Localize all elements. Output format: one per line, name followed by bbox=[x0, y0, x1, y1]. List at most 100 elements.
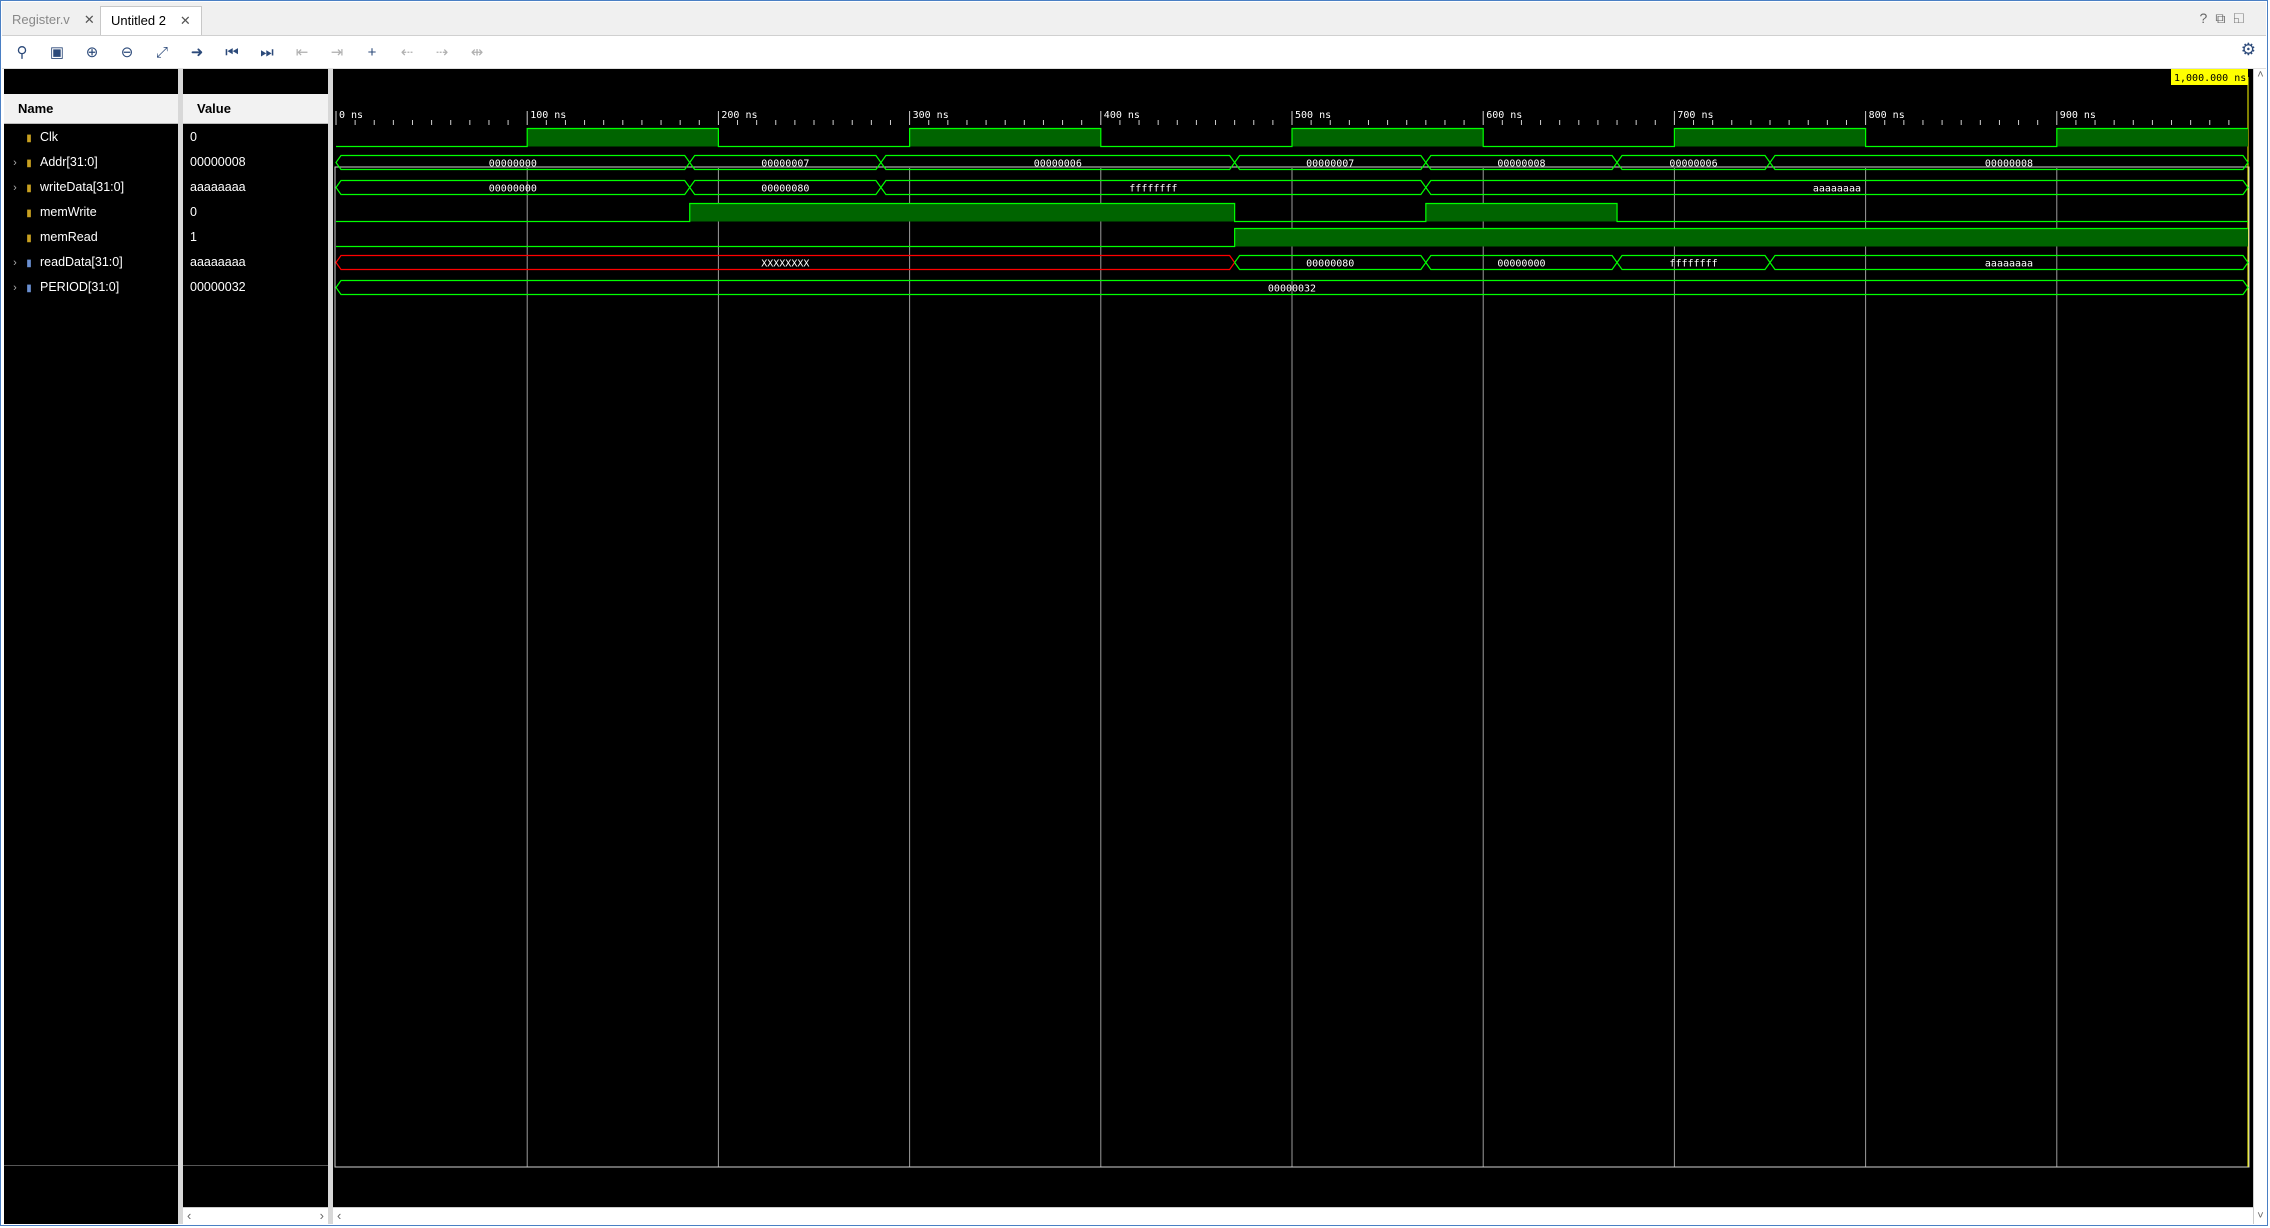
readdata-bus-value: XXXXXXXX bbox=[761, 259, 809, 270]
signal-name: memRead bbox=[40, 230, 98, 244]
scroll-left-icon[interactable]: ‹ bbox=[183, 1208, 191, 1223]
signal-row-writedata[interactable]: › ▮ writeData[31:0] bbox=[8, 175, 124, 200]
waveform-toolbar: ⚲ ▣ ⊕ ⊖ ⤢ ➜ ⏮ ⏭ ⇤ ⇥ + ⇠ ⇢ ⇹ bbox=[2, 36, 2266, 69]
addr-bus-value: 00000008 bbox=[1985, 159, 2033, 170]
zoom-in-icon[interactable]: ⊕ bbox=[80, 40, 104, 64]
clk-high-fill bbox=[909, 128, 1101, 147]
addr-bus-value: 00000007 bbox=[761, 159, 809, 170]
bus-signal-icon: ▮ bbox=[26, 283, 32, 294]
addr-bus-value: 00000006 bbox=[1669, 159, 1717, 170]
scroll-right-icon[interactable]: › bbox=[320, 1208, 328, 1223]
clk-high-fill bbox=[1674, 128, 1866, 147]
writedata-bus-value: 00000000 bbox=[489, 184, 537, 195]
signal-row-addr[interactable]: › ▮ Addr[31:0] bbox=[8, 150, 98, 175]
time-tick-label: 900 ns bbox=[2060, 110, 2096, 121]
readdata-bus-value: 00000000 bbox=[1497, 259, 1545, 270]
bus-signal-icon: ▮ bbox=[26, 258, 32, 269]
scroll-down-icon[interactable]: ˅ bbox=[2254, 1210, 2267, 1222]
add-marker-icon[interactable]: + bbox=[360, 40, 384, 64]
name-column-header[interactable]: Name bbox=[4, 94, 178, 124]
next-marker-icon[interactable]: ⇢ bbox=[430, 40, 454, 64]
signal-icon: ▮ bbox=[26, 208, 32, 219]
zoom-out-icon[interactable]: ⊖ bbox=[115, 40, 139, 64]
addr-bus-value: 00000008 bbox=[1497, 159, 1545, 170]
time-cursor-label: 1,000.000 ns bbox=[2174, 73, 2246, 84]
help-icon[interactable]: ? bbox=[2200, 10, 2216, 26]
readdata-bus-value: 00000080 bbox=[1306, 259, 1354, 270]
clk-high-fill bbox=[1292, 128, 1484, 147]
value-column-header[interactable]: Value bbox=[183, 94, 328, 124]
writedata-bus-value: ffffffff bbox=[1129, 184, 1177, 195]
bus-signal-icon: ▮ bbox=[26, 183, 32, 194]
readdata-bus-value: aaaaaaaa bbox=[1985, 259, 2033, 270]
addr-bus-value: 00000006 bbox=[1034, 159, 1082, 170]
tab-label: Register.v bbox=[12, 12, 70, 27]
writedata-bus-value: aaaaaaaa bbox=[1813, 184, 1861, 195]
go-to-time-zero-icon[interactable]: ⏮ bbox=[220, 40, 244, 64]
signal-value: 00000032 bbox=[190, 280, 246, 294]
window-controls[interactable]: ?⧉◱ bbox=[2200, 10, 2252, 27]
time-tick-label: 500 ns bbox=[1295, 110, 1331, 121]
signal-row-memread[interactable]: ▮ memRead bbox=[8, 225, 98, 250]
previous-marker-icon[interactable]: ⇠ bbox=[395, 40, 419, 64]
signal-value: 1 bbox=[190, 230, 197, 244]
name-panel-footer bbox=[4, 1165, 178, 1224]
expand-chevron-icon[interactable]: › bbox=[8, 151, 22, 176]
clk-high-fill bbox=[2056, 128, 2248, 147]
restore-icon[interactable]: ⧉ bbox=[2215, 10, 2233, 26]
signal-value: 0 bbox=[190, 205, 197, 219]
signal-value: 00000008 bbox=[190, 155, 246, 169]
memwrite-high-fill bbox=[1425, 203, 1618, 222]
zoom-fit-icon[interactable]: ⤢ bbox=[150, 40, 174, 64]
time-tick-label: 600 ns bbox=[1486, 110, 1522, 121]
scroll-up-icon[interactable]: ˄ bbox=[2254, 69, 2267, 81]
signal-row-period[interactable]: › ▮ PERIOD[31:0] bbox=[8, 275, 119, 300]
signal-name: Clk bbox=[40, 130, 59, 144]
writedata-bus-value: 00000080 bbox=[761, 184, 809, 195]
memread-high-fill bbox=[1234, 228, 2248, 247]
save-icon[interactable]: ▣ bbox=[45, 40, 69, 64]
next-transition-icon[interactable]: ⇥ bbox=[325, 40, 349, 64]
time-tick-label: 400 ns bbox=[1104, 110, 1140, 121]
signal-name: writeData[31:0] bbox=[40, 180, 125, 194]
signal-name: PERIOD[31:0] bbox=[40, 280, 120, 294]
signal-row-clk[interactable]: ▮ Clk bbox=[8, 125, 58, 150]
time-tick-label: 800 ns bbox=[1869, 110, 1905, 121]
tab-untitled-2[interactable]: Untitled 2 ✕ bbox=[100, 6, 202, 35]
memwrite-high-fill bbox=[689, 203, 1235, 222]
go-to-cursor-icon[interactable]: ➜ bbox=[185, 40, 209, 64]
value-horizontal-scrollbar[interactable]: ‹ › bbox=[183, 1207, 328, 1224]
expand-chevron-icon[interactable]: › bbox=[8, 276, 22, 301]
close-icon[interactable]: ✕ bbox=[180, 13, 191, 28]
readdata-bus-value: ffffffff bbox=[1669, 259, 1717, 270]
tab-bar: Register.v ✕ Untitled 2 ✕ ?⧉◱ bbox=[2, 2, 2266, 36]
time-tick-label: 0 ns bbox=[339, 110, 363, 121]
clk-high-fill bbox=[527, 128, 719, 147]
waveform-canvas[interactable]: 0 ns 100 ns 200 ns 300 ns 400 ns 500 ns 600 ns… bbox=[333, 69, 2253, 1224]
maximize-icon[interactable]: ◱ bbox=[2233, 10, 2252, 26]
gear-icon[interactable]: ⚙ bbox=[2241, 40, 2256, 60]
signal-row-memwrite[interactable]: ▮ memWrite bbox=[8, 200, 96, 225]
value-panel bbox=[183, 69, 328, 1224]
signal-row-readdata[interactable]: › ▮ readData[31:0] bbox=[8, 250, 123, 275]
go-to-last-time-icon[interactable]: ⏭ bbox=[255, 40, 279, 64]
swap-cursors-icon[interactable]: ⇹ bbox=[465, 40, 489, 64]
search-icon[interactable]: ⚲ bbox=[10, 40, 34, 64]
signal-icon: ▮ bbox=[26, 133, 32, 144]
tab-register-v[interactable]: Register.v ✕ bbox=[2, 6, 105, 34]
period-bus-value: 00000032 bbox=[1268, 284, 1316, 295]
time-tick-label: 300 ns bbox=[913, 110, 949, 121]
bus-signal-icon: ▮ bbox=[26, 158, 32, 169]
expand-chevron-icon[interactable]: › bbox=[8, 176, 22, 201]
signal-icon: ▮ bbox=[26, 233, 32, 244]
signal-value: aaaaaaaa bbox=[190, 255, 246, 269]
signal-name: Addr[31:0] bbox=[40, 155, 98, 169]
tab-label: Untitled 2 bbox=[111, 13, 166, 28]
close-icon[interactable]: ✕ bbox=[84, 12, 95, 27]
addr-bus-value: 00000007 bbox=[1306, 159, 1354, 170]
expand-chevron-icon[interactable]: › bbox=[8, 251, 22, 276]
previous-transition-icon[interactable]: ⇤ bbox=[290, 40, 314, 64]
wave-vertical-scrollbar[interactable]: ˄ ˅ bbox=[2253, 69, 2267, 1224]
time-tick-label: 200 ns bbox=[721, 110, 757, 121]
time-tick-label: 100 ns bbox=[530, 110, 566, 121]
